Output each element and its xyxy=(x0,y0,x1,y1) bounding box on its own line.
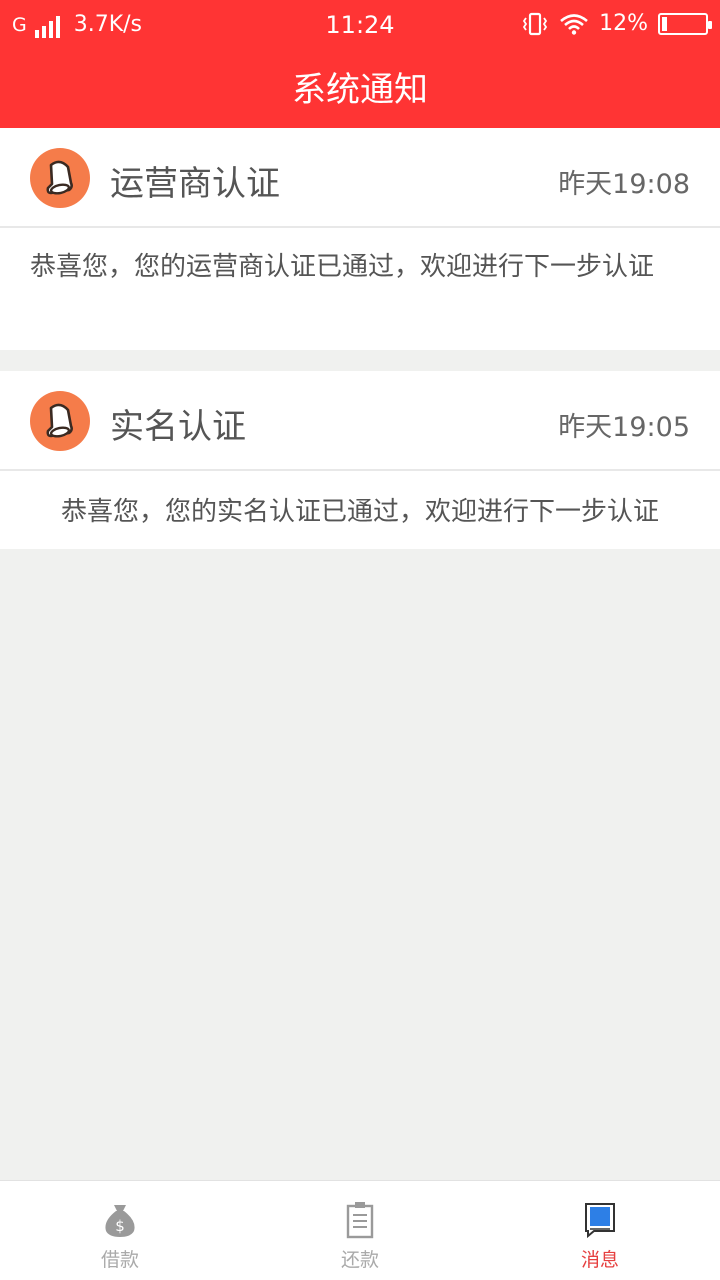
bottom-tab-bar: $ 借款 还款 消息 xyxy=(0,1180,720,1280)
bell-icon xyxy=(30,148,90,208)
battery-percent: 12% xyxy=(599,11,648,36)
tab-label: 借款 xyxy=(100,1249,139,1271)
notification-time: 昨天19:05 xyxy=(558,412,690,443)
wifi-icon xyxy=(560,13,588,35)
tab-label: 消息 xyxy=(580,1249,619,1271)
notification-time: 昨天19:08 xyxy=(558,169,690,200)
tab-repay[interactable]: 还款 xyxy=(240,1181,480,1280)
notification-title: 实名认证 xyxy=(110,407,246,447)
page-title: 系统通知 xyxy=(292,70,428,110)
bell-icon xyxy=(30,391,90,451)
notification-body: 恭喜您，您的实名认证已通过，欢迎进行下一步认证 xyxy=(60,497,659,527)
bill-icon xyxy=(345,1201,375,1243)
notification-card[interactable]: 实名认证 昨天19:05 恭喜您，您的实名认证已通过，欢迎进行下一步认证 xyxy=(0,371,720,549)
battery-level xyxy=(662,16,667,31)
tab-borrow[interactable]: $ 借款 xyxy=(0,1181,240,1280)
status-bar: G 3.7K/s 11:24 12% xyxy=(0,0,720,50)
notification-header: 实名认证 昨天19:05 xyxy=(0,371,720,471)
notification-card[interactable]: 运营商认证 昨天19:08 恭喜您，您的运营商认证已通过，欢迎进行下一步认证 xyxy=(0,128,720,350)
tab-label: 还款 xyxy=(340,1249,379,1271)
notification-header: 运营商认证 昨天19:08 xyxy=(0,128,720,228)
vibrate-icon xyxy=(523,12,548,35)
notification-body: 恭喜您，您的运营商认证已通过，欢迎进行下一步认证 xyxy=(30,252,655,282)
battery-icon xyxy=(658,12,712,35)
svg-text:$: $ xyxy=(115,1217,125,1235)
tab-messages[interactable]: 消息 xyxy=(480,1181,720,1280)
app-header: G 3.7K/s 11:24 12% 系统通知 xyxy=(0,0,720,128)
message-icon xyxy=(584,1201,616,1243)
notification-title: 运营商认证 xyxy=(110,164,280,204)
money-bag-icon: $ xyxy=(101,1201,139,1243)
status-right: 12% xyxy=(521,11,712,36)
